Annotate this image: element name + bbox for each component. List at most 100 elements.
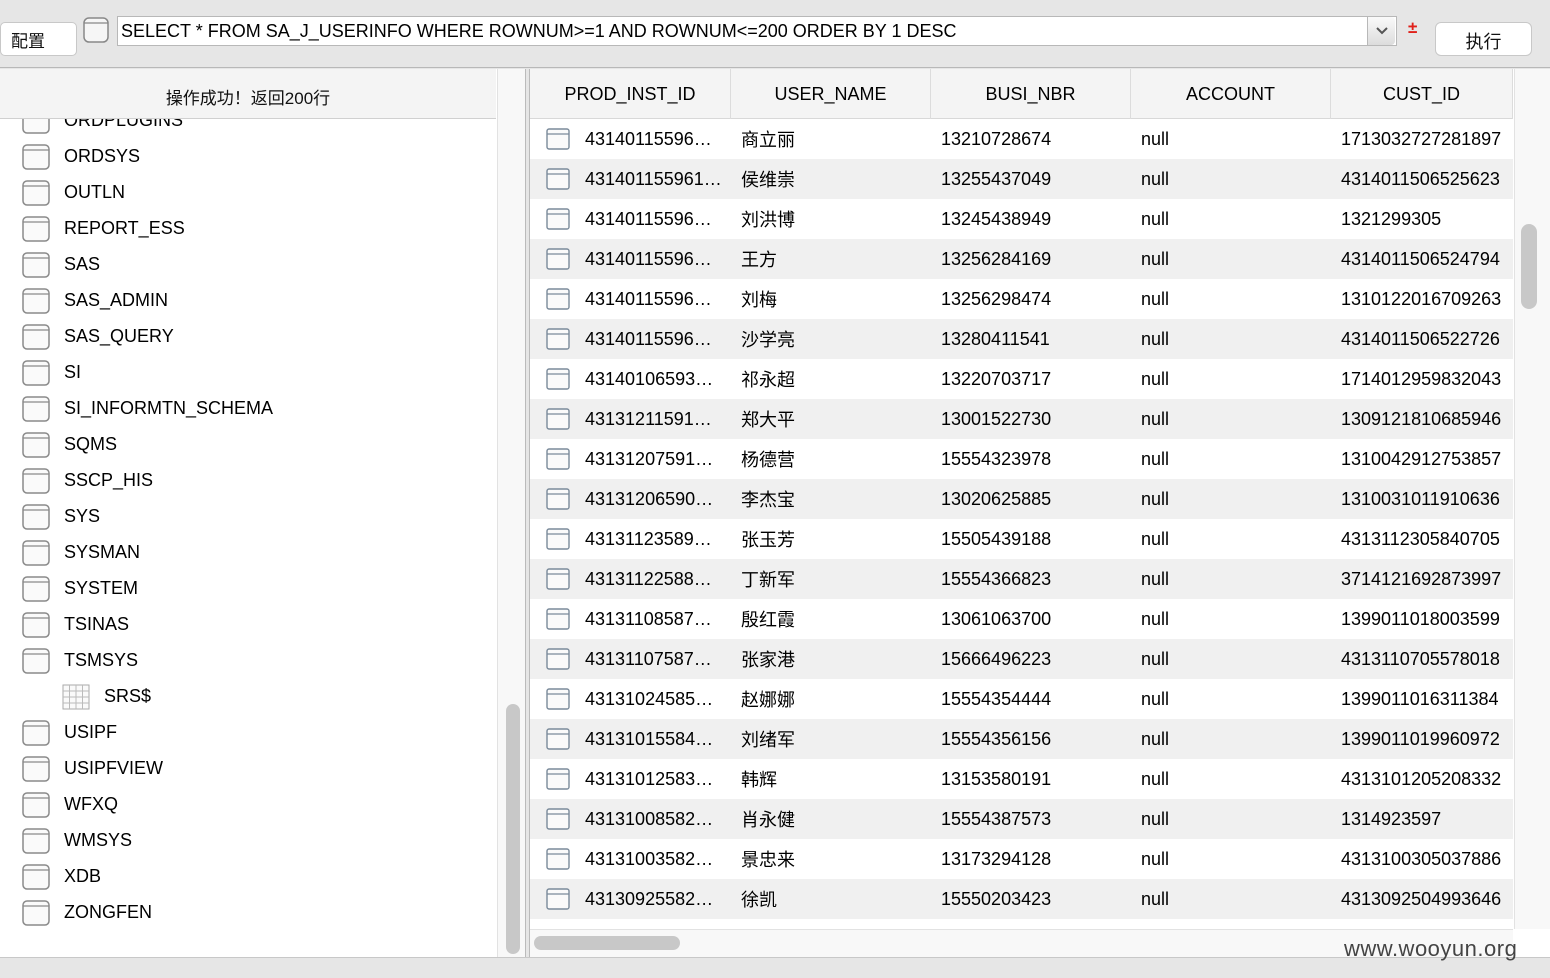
tree-schema-item[interactable]: ORDSYS: [0, 139, 496, 175]
cell-cust-id[interactable]: 4313100305037886: [1331, 849, 1513, 870]
cell-user-name[interactable]: 徐凯: [731, 886, 931, 912]
cell-prod-inst-id[interactable]: 43140115596…: [585, 129, 731, 150]
cell-busi-nbr[interactable]: 15554387573: [931, 809, 1131, 830]
table-row[interactable]: 43131122588… 丁新军 15554366823 null 3714121692…: [530, 559, 1513, 599]
table-row[interactable]: 43140115596… 沙学亮 13280411541 null 4314011506…: [530, 319, 1513, 359]
table-row[interactable]: 43140115596… 商立丽 13210728674 null 1713032727…: [530, 119, 1513, 159]
cell-account[interactable]: null: [1131, 769, 1331, 790]
cell-user-name[interactable]: 李杰宝: [731, 486, 931, 512]
row-icon-cell[interactable]: [530, 768, 585, 790]
table-row[interactable]: 43140115596… 王方 13256284169 null 43140115065…: [530, 239, 1513, 279]
cell-user-name[interactable]: 刘梅: [731, 286, 931, 312]
cell-user-name[interactable]: 张玉芳: [731, 526, 931, 552]
tree-schema-item[interactable]: SI: [0, 355, 496, 391]
execute-button[interactable]: 执行: [1435, 22, 1532, 56]
cell-prod-inst-id[interactable]: 43131206590…: [585, 489, 731, 510]
cell-prod-inst-id[interactable]: 43131211591…: [585, 409, 731, 430]
table-row[interactable]: 43131107587… 张家港 15666496223 null 4313110705…: [530, 639, 1513, 679]
cell-user-name[interactable]: 丁新军: [731, 566, 931, 592]
cell-account[interactable]: null: [1131, 609, 1331, 630]
tree-scrollbar[interactable]: [497, 69, 525, 957]
row-icon-cell[interactable]: [530, 448, 585, 470]
cell-user-name[interactable]: 杨德营: [731, 446, 931, 472]
cell-busi-nbr[interactable]: 15554366823: [931, 569, 1131, 590]
tree-schema-item[interactable]: TSINAS: [0, 607, 496, 643]
cell-prod-inst-id[interactable]: 43131024585…: [585, 689, 731, 710]
cell-account[interactable]: null: [1131, 729, 1331, 750]
cell-account[interactable]: null: [1131, 569, 1331, 590]
cell-prod-inst-id[interactable]: 43131107587…: [585, 649, 731, 670]
sql-input[interactable]: SELECT * FROM SA_J_USERINFO WHERE ROWNUM…: [117, 16, 1397, 46]
tree-schema-item[interactable]: SYSTEM: [0, 571, 496, 607]
table-row[interactable]: 43131207591… 杨德营 15554323978 null 1310042912…: [530, 439, 1513, 479]
table-row[interactable]: 43131003582… 景忠来 13173294128 null 4313100305…: [530, 839, 1513, 879]
table-row[interactable]: 43131008582… 肖永健 15554387573 null 1314923597: [530, 799, 1513, 839]
cell-user-name[interactable]: 侯维崇: [731, 166, 931, 192]
row-icon-cell[interactable]: [530, 128, 585, 150]
toggle-plusminus-button[interactable]: ±: [1408, 18, 1417, 38]
tree-schema-item[interactable]: SQMS: [0, 427, 496, 463]
cell-cust-id[interactable]: 4314011506525623: [1331, 169, 1513, 190]
cell-account[interactable]: null: [1131, 689, 1331, 710]
row-icon-cell[interactable]: [530, 248, 585, 270]
row-icon-cell[interactable]: [530, 848, 585, 870]
cell-user-name[interactable]: 商立丽: [731, 126, 931, 152]
row-icon-cell[interactable]: [530, 168, 585, 190]
grid-vertical-scrollbar[interactable]: [1514, 69, 1550, 929]
column-header[interactable]: USER_NAME: [731, 69, 931, 119]
cell-account[interactable]: null: [1131, 289, 1331, 310]
table-row[interactable]: 43131211591… 郑大平 13001522730 null 1309121810…: [530, 399, 1513, 439]
cell-account[interactable]: null: [1131, 249, 1331, 270]
row-icon-cell[interactable]: [530, 528, 585, 550]
cell-prod-inst-id[interactable]: 43131012583…: [585, 769, 731, 790]
grid-vertical-scrollbar-thumb[interactable]: [1521, 224, 1537, 309]
cell-busi-nbr[interactable]: 13210728674: [931, 129, 1131, 150]
cell-prod-inst-id[interactable]: 43131122588…: [585, 569, 731, 590]
cell-cust-id[interactable]: 4313092504993646: [1331, 889, 1513, 910]
row-icon-cell[interactable]: [530, 568, 585, 590]
cell-cust-id[interactable]: 1310122016709263: [1331, 289, 1513, 310]
cell-cust-id[interactable]: 4313112305840705: [1331, 529, 1513, 550]
table-row[interactable]: 43131015584… 刘绪军 15554356156 null 1399011019…: [530, 719, 1513, 759]
cell-cust-id[interactable]: 4314011506522726: [1331, 329, 1513, 350]
cell-cust-id[interactable]: 4314011506524794: [1331, 249, 1513, 270]
row-icon-cell[interactable]: [530, 608, 585, 630]
cell-cust-id[interactable]: 1399011019960972: [1331, 729, 1513, 750]
cell-prod-inst-id[interactable]: 43131015584…: [585, 729, 731, 750]
cell-busi-nbr[interactable]: 13020625885: [931, 489, 1131, 510]
cell-user-name[interactable]: 刘洪博: [731, 206, 931, 232]
tree-schema-item[interactable]: SYSMAN: [0, 535, 496, 571]
cell-user-name[interactable]: 肖永健: [731, 806, 931, 832]
tree-schema-item[interactable]: OUTLN: [0, 175, 496, 211]
cell-busi-nbr[interactable]: 13256298474: [931, 289, 1131, 310]
row-icon-cell[interactable]: [530, 728, 585, 750]
cell-busi-nbr[interactable]: 13061063700: [931, 609, 1131, 630]
cell-prod-inst-id[interactable]: 43140115596…: [585, 329, 731, 350]
cell-account[interactable]: null: [1131, 169, 1331, 190]
cell-cust-id[interactable]: 1309121810685946: [1331, 409, 1513, 430]
cell-busi-nbr[interactable]: 15550203423: [931, 889, 1131, 910]
cell-cust-id[interactable]: 1399011018003599: [1331, 609, 1513, 630]
cell-user-name[interactable]: 沙学亮: [731, 326, 931, 352]
cell-prod-inst-id[interactable]: 43140115596…: [585, 289, 731, 310]
cell-account[interactable]: null: [1131, 329, 1331, 350]
cell-busi-nbr[interactable]: 15505439188: [931, 529, 1131, 550]
cell-cust-id[interactable]: 1714012959832043: [1331, 369, 1513, 390]
cell-account[interactable]: null: [1131, 809, 1331, 830]
row-icon-cell[interactable]: [530, 888, 585, 910]
cell-user-name[interactable]: 祁永超: [731, 366, 931, 392]
cell-prod-inst-id[interactable]: 43131207591…: [585, 449, 731, 470]
column-header[interactable]: BUSI_NBR: [931, 69, 1131, 119]
tree-schema-item[interactable]: ORDPLUGINS: [0, 119, 496, 139]
cell-busi-nbr[interactable]: 13256284169: [931, 249, 1131, 270]
cell-user-name[interactable]: 张家港: [731, 646, 931, 672]
column-header[interactable]: PROD_INST_ID: [530, 69, 731, 119]
table-row[interactable]: 43131108587… 殷红霞 13061063700 null 1399011018…: [530, 599, 1513, 639]
cell-busi-nbr[interactable]: 13001522730: [931, 409, 1131, 430]
tree-schema-item[interactable]: TSMSYS: [0, 643, 496, 679]
tree-schema-item[interactable]: SAS: [0, 247, 496, 283]
cell-prod-inst-id[interactable]: 43131008582…: [585, 809, 731, 830]
row-icon-cell[interactable]: [530, 288, 585, 310]
column-header[interactable]: ACCOUNT: [1131, 69, 1331, 119]
tree-schema-item[interactable]: XDB: [0, 859, 496, 895]
